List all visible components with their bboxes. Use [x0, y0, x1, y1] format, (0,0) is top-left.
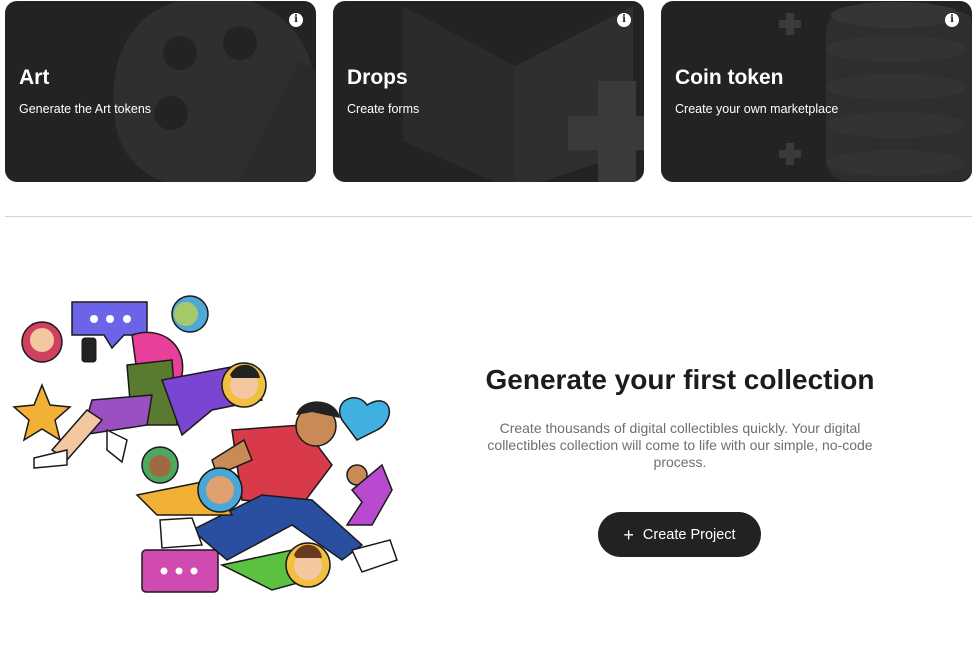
coin-token-card-subtitle: Create your own marketplace [675, 102, 839, 116]
section-divider [5, 216, 972, 217]
coin-token-card-title: Coin token [675, 66, 784, 89]
book-plus-icon [403, 6, 644, 182]
people-illustration [12, 295, 398, 593]
drops-card-subtitle: Create forms [347, 102, 420, 116]
art-card-title: Art [19, 66, 50, 89]
drops-card-title: Drops [347, 66, 408, 89]
empty-state-description: Create thousands of digital collectibles… [487, 420, 873, 470]
drops-card[interactable]: i Drops Create forms [333, 1, 644, 182]
art-info-icon[interactable]: i [289, 13, 303, 27]
drops-info-icon[interactable]: i [617, 13, 631, 27]
coin-token-card[interactable]: i Coin token Create your own marketplace [661, 1, 972, 182]
coins-icon [779, 2, 972, 181]
coin-token-info-icon[interactable]: i [945, 13, 959, 27]
plus-icon: + [623, 524, 634, 545]
palette-icon [113, 1, 316, 182]
art-card[interactable]: i Art Generate the Art tokens [5, 1, 316, 182]
empty-state-title: Generate your first collection [485, 364, 875, 395]
create-project-button[interactable]: + Create Project [598, 512, 761, 557]
art-card-subtitle: Generate the Art tokens [19, 102, 152, 116]
create-project-label: Create Project [642, 526, 736, 543]
project-type-cards: i Art Generate the Art tokens i Drops Cr… [5, 1, 972, 182]
